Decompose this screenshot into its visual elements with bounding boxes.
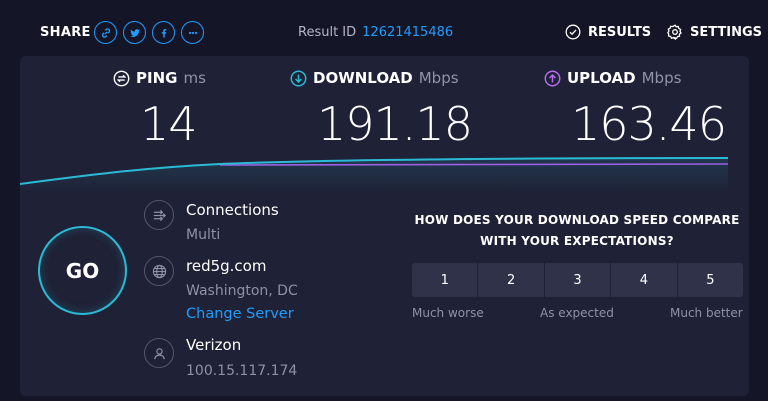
gear-icon (667, 24, 682, 40)
scale-low-label: Much worse (412, 306, 484, 320)
results-panel: PING ms 14 DOWNLOAD Mbps 191.18 UPLOAD M… (20, 56, 749, 396)
server-location: Washington, DC (186, 283, 298, 299)
connections-value: Multi (186, 227, 221, 243)
upload-unit: Mbps (641, 69, 682, 87)
ping-header: PING ms (113, 69, 206, 87)
survey-question: HOW DOES YOUR DOWNLOAD SPEED COMPARE WIT… (410, 210, 744, 252)
ping-label: PING (136, 69, 178, 87)
ping-value: 14 (140, 97, 198, 151)
link-icon[interactable] (94, 21, 117, 44)
scale-high-label: Much better (670, 306, 743, 320)
upload-metric: UPLOAD Mbps 163.46 (544, 69, 727, 151)
connections-title: Connections (186, 201, 279, 219)
results-label: RESULTS (588, 24, 652, 40)
go-button[interactable]: GO (38, 226, 127, 315)
survey-question-line2: WITH YOUR EXPECTATIONS? (480, 234, 674, 248)
settings-label: SETTINGS (690, 24, 763, 40)
upload-header: UPLOAD Mbps (544, 69, 681, 87)
results-link[interactable]: RESULTS (565, 24, 651, 40)
globe-icon (144, 256, 174, 286)
rating-scale: 1 2 3 4 5 (412, 263, 743, 297)
download-metric: DOWNLOAD Mbps 191.18 (290, 69, 473, 151)
change-server-link[interactable]: Change Server (186, 306, 294, 322)
isp-name: Verizon (186, 336, 242, 354)
more-icon[interactable] (181, 21, 204, 44)
download-arrow-icon (290, 70, 307, 87)
survey-question-line1: HOW DOES YOUR DOWNLOAD SPEED COMPARE (414, 213, 740, 227)
ping-icon (113, 70, 130, 87)
top-bar: SHARE Result ID 12621415486 RESULTS SETTI… (0, 0, 768, 60)
speed-graph (20, 157, 729, 193)
share-icons (94, 21, 204, 44)
check-circle-icon (565, 24, 581, 40)
rating-option-2[interactable]: 2 (478, 263, 544, 297)
ping-unit: ms (183, 69, 206, 87)
upload-label: UPLOAD (567, 69, 636, 87)
rating-option-4[interactable]: 4 (611, 263, 677, 297)
result-id-value[interactable]: 12621415486 (362, 25, 453, 40)
rating-option-3[interactable]: 3 (544, 263, 611, 297)
share-label: SHARE (40, 25, 91, 40)
download-header: DOWNLOAD Mbps (290, 69, 459, 87)
settings-link[interactable]: SETTINGS (667, 24, 762, 40)
download-area (20, 158, 728, 193)
rating-option-1[interactable]: 1 (412, 263, 478, 297)
server-host: red5g.com (186, 257, 267, 275)
connections-icon (144, 200, 174, 230)
result-id: Result ID 12621415486 (298, 25, 453, 40)
isp-ip: 100.15.117.174 (186, 363, 298, 379)
ping-metric: PING ms 14 (113, 69, 206, 151)
download-unit: Mbps (418, 69, 459, 87)
rating-option-5[interactable]: 5 (677, 263, 743, 297)
upload-arrow-icon (544, 70, 561, 87)
download-value: 191.18 (317, 97, 473, 151)
twitter-icon[interactable] (123, 21, 146, 44)
upload-value: 163.46 (571, 97, 727, 151)
result-id-label: Result ID (298, 25, 357, 40)
scale-mid-label: As expected (540, 306, 614, 320)
user-icon (144, 338, 174, 368)
download-label: DOWNLOAD (313, 69, 413, 87)
facebook-icon[interactable] (152, 21, 175, 44)
